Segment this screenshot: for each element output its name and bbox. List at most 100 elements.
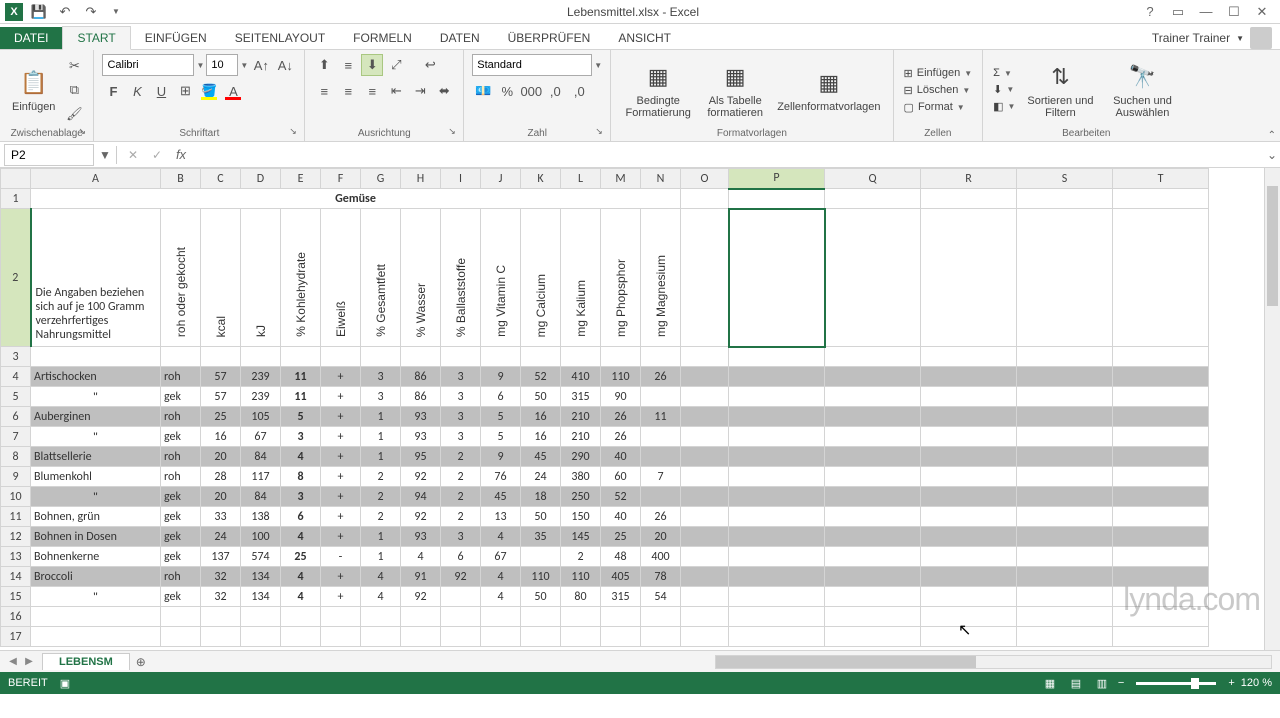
data-cell[interactable]: 137 [201,547,241,567]
data-cell[interactable]: 5 [481,407,521,427]
data-cell[interactable]: Die Angaben beziehen sich auf je 100 Gra… [31,209,161,347]
data-cell[interactable]: 239 [241,367,281,387]
data-cell[interactable]: 145 [561,527,601,547]
data-cell[interactable]: 67 [241,427,281,447]
row-header[interactable]: 7 [1,427,31,447]
undo-icon[interactable]: ↶ [54,1,76,23]
data-cell[interactable]: 16 [521,407,561,427]
data-cell[interactable]: Bohnen, grün [31,507,161,527]
data-cell[interactable]: 92 [441,567,481,587]
data-cell[interactable]: 54 [641,587,681,607]
autosum-button[interactable]: Σ▼ [991,66,1017,80]
enter-formula-icon[interactable]: ✓ [145,144,169,166]
data-cell[interactable]: 6 [481,387,521,407]
row-header[interactable]: 17 [1,627,31,647]
account-menu[interactable]: Trainer Trainer ▼ [1152,27,1272,49]
data-cell[interactable]: 6 [441,547,481,567]
data-cell[interactable]: % Ballaststoffe [441,209,481,347]
data-cell[interactable]: 40 [601,447,641,467]
data-cell[interactable] [641,487,681,507]
data-cell[interactable]: 1 [361,407,401,427]
column-header[interactable]: Q [825,169,921,189]
data-cell[interactable] [641,387,681,407]
data-cell[interactable]: 405 [601,567,641,587]
font-name-combo[interactable]: Calibri [102,54,194,76]
data-cell[interactable]: 210 [561,427,601,447]
data-cell[interactable]: 2 [441,487,481,507]
data-cell[interactable]: 117 [241,467,281,487]
data-cell[interactable]: 4 [281,567,321,587]
data-cell[interactable]: 13 [481,507,521,527]
data-cell[interactable]: 8 [281,467,321,487]
data-cell[interactable]: 52 [521,367,561,387]
data-cell[interactable]: 9 [481,367,521,387]
format-cells-button[interactable]: ▢Format▼ [902,100,975,115]
data-cell[interactable]: - [321,547,361,567]
data-cell[interactable]: 91 [401,567,441,587]
find-select-button[interactable]: 🔭Suchen und Auswählen [1103,59,1181,121]
column-header[interactable]: C [201,169,241,189]
data-cell[interactable]: " [31,487,161,507]
clipboard-launcher-icon[interactable]: ↘ [78,126,90,138]
data-cell[interactable]: 250 [561,487,601,507]
data-cell[interactable]: 410 [561,367,601,387]
column-header[interactable]: L [561,169,601,189]
cut-button[interactable]: ✂ [63,55,85,77]
view-pagelayout-icon[interactable]: ▤ [1066,675,1086,691]
align-right-button[interactable]: ≡ [361,80,383,102]
align-left-button[interactable]: ≡ [313,80,335,102]
data-cell[interactable]: " [31,387,161,407]
data-cell[interactable]: roh [161,407,201,427]
data-cell[interactable]: 3 [281,487,321,507]
data-cell[interactable]: 2 [441,507,481,527]
data-cell[interactable]: 26 [601,407,641,427]
data-cell[interactable]: + [321,427,361,447]
data-cell[interactable]: 3 [441,407,481,427]
data-cell[interactable]: roh [161,367,201,387]
horizontal-scrollbar[interactable] [715,655,1272,669]
data-cell[interactable]: 48 [601,547,641,567]
column-header[interactable]: G [361,169,401,189]
tab-home[interactable]: START [62,26,130,50]
border-button[interactable]: ⊞ [174,80,196,102]
sheet-tab[interactable]: LEBENSM [42,653,130,670]
column-header[interactable]: B [161,169,201,189]
data-cell[interactable]: 9 [481,447,521,467]
data-cell[interactable]: 6 [281,507,321,527]
data-cell[interactable]: 86 [401,367,441,387]
orientation-button[interactable]: ⤢ [385,54,407,76]
fill-color-button[interactable]: 🪣 [198,80,220,102]
data-cell[interactable]: 3 [441,427,481,447]
data-cell[interactable]: 80 [561,587,601,607]
row-header[interactable]: 2 [1,209,31,347]
data-cell[interactable]: 315 [601,587,641,607]
format-as-table-button[interactable]: ▦Als Tabelle formatieren [701,59,769,121]
data-cell[interactable]: 239 [241,387,281,407]
column-header[interactable]: K [521,169,561,189]
tab-file[interactable]: DATEI [0,27,62,49]
row-header[interactable]: 5 [1,387,31,407]
column-header[interactable]: J [481,169,521,189]
font-launcher-icon[interactable]: ↘ [289,126,301,138]
select-all-corner[interactable] [1,169,31,189]
close-icon[interactable]: ✕ [1252,2,1272,22]
row-header[interactable]: 3 [1,347,31,367]
title-cell[interactable]: Gemüse [31,189,681,209]
alignment-launcher-icon[interactable]: ↘ [448,126,460,138]
view-normal-icon[interactable]: ▦ [1040,675,1060,691]
data-cell[interactable]: 110 [561,567,601,587]
data-cell[interactable]: 2 [561,547,601,567]
data-cell[interactable]: gek [161,387,201,407]
data-cell[interactable]: 84 [241,487,281,507]
data-cell[interactable]: 52 [601,487,641,507]
tab-review[interactable]: ÜBERPRÜFEN [494,27,605,49]
currency-button[interactable]: 💶 [472,80,494,102]
data-cell[interactable]: 57 [201,367,241,387]
zoom-out-button[interactable]: − [1118,677,1124,689]
row-header[interactable]: 1 [1,189,31,209]
data-cell[interactable]: 95 [401,447,441,467]
data-cell[interactable]: + [321,587,361,607]
bold-button[interactable]: F [102,80,124,102]
row-header[interactable]: 6 [1,407,31,427]
data-cell[interactable] [441,587,481,607]
